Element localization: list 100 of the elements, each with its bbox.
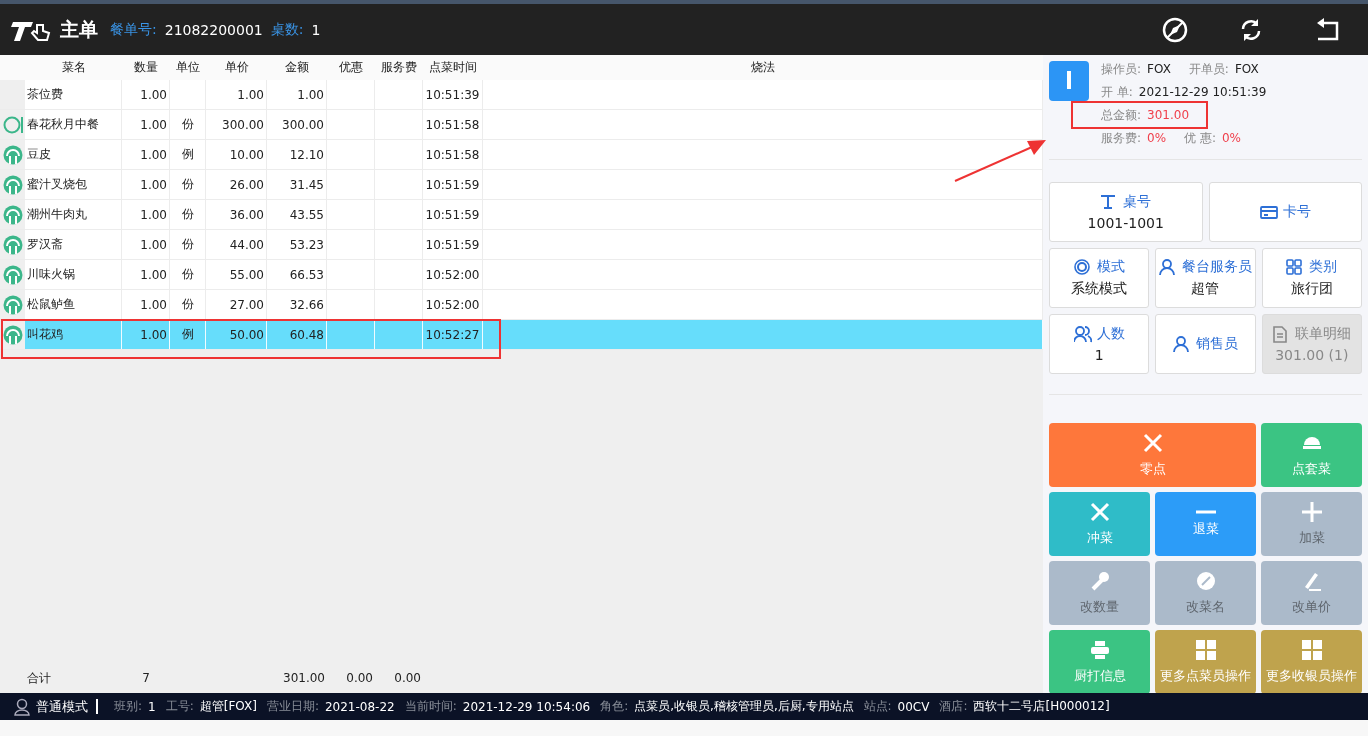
table-cell: 潮州牛肉丸 (27, 206, 87, 223)
card-icon (1259, 203, 1278, 221)
field-button[interactable]: 餐台服务员 超管 (1155, 248, 1256, 308)
table-cell: 例 (181, 146, 194, 163)
dish-icon (2, 174, 23, 195)
status-value: 超管[FOX] (199, 698, 257, 715)
person-icon (1159, 258, 1177, 276)
table-cell: 10:52:27 (425, 327, 480, 342)
order-number-label: 餐单号: (110, 20, 157, 39)
printer-icon (1088, 639, 1111, 661)
table-cell: 份 (181, 206, 194, 223)
plus-icon (1300, 501, 1323, 523)
column-header: 优惠 (338, 59, 364, 76)
column-header: 服务费 (380, 59, 418, 76)
field-label: 销售员 (1196, 335, 1238, 353)
table-cell: 1.00 (140, 297, 167, 312)
table-cell: 1.00 (140, 117, 167, 132)
table-row[interactable]: 叫花鸡 1.00 例 50.00 60.48 10:52:27 (0, 320, 1043, 350)
status-value: 1 (148, 699, 156, 714)
status-label: 营业日期: (266, 698, 319, 715)
order-number: 21082200001 (164, 21, 263, 38)
table-cell: 1.00 (140, 267, 167, 282)
field-label: 桌号 (1123, 193, 1152, 211)
status-value: 点菜员,收银员,稽核管理员,后厨,专用站点 (634, 698, 854, 715)
column-header: 烧法 (750, 59, 776, 76)
person-icon (1173, 335, 1191, 353)
status-label: 工号: (165, 698, 194, 715)
field-button[interactable]: 销售员 (1155, 314, 1256, 374)
table-cell: 份 (181, 296, 194, 313)
info-value: 0% (1221, 131, 1241, 145)
table-cell: 31.45 (289, 177, 324, 192)
table-cell: 川味火锅 (27, 266, 75, 283)
column-header: 菜名 (60, 59, 87, 76)
info-label: 优 惠: (1184, 131, 1216, 145)
status-value: 西软十二号店[H000012] (973, 698, 1110, 715)
dish-icon (2, 144, 23, 165)
table-cell: 份 (181, 116, 194, 133)
column-header: 金额 (284, 59, 310, 76)
table-cell: 1.00 (140, 147, 167, 162)
minus-icon (1194, 510, 1217, 514)
table-cell: 豆皮 (27, 146, 51, 163)
column-header: 单位 (175, 59, 201, 76)
total-cell: 7 (142, 671, 150, 685)
table-row[interactable]: 豆皮 1.00 例 10.00 12.10 10:51:58 (0, 140, 1043, 170)
people-icon (1073, 325, 1092, 343)
dish-icon (2, 294, 23, 315)
field-button[interactable]: 桌号 1001-1001 (1049, 182, 1203, 242)
dish-icon (2, 264, 23, 285)
table-cell: 1.00 (140, 87, 167, 102)
total-cell: 0.00 (346, 671, 373, 685)
table-cell: 66.53 (289, 267, 324, 282)
table-row[interactable]: 茶位费 1.00 1.00 1.00 10:51:39 (0, 80, 1043, 110)
table-row[interactable]: 春花秋月中餐 1.00 份 300.00 300.00 10:51:58 (0, 110, 1043, 140)
table-cell: 春花秋月中餐 (27, 116, 99, 133)
grid-icon (1300, 639, 1323, 661)
table-cell: 44.00 (229, 237, 264, 252)
table-cell: 10:51:58 (425, 147, 480, 162)
table-cell: 罗汉斋 (27, 236, 63, 253)
table-cell: 43.55 (289, 207, 324, 222)
column-header: 单价 (223, 59, 250, 76)
info-label: 服务费: (1101, 131, 1142, 145)
table-cell: 1.00 (140, 207, 167, 222)
table-cell: 份 (181, 176, 194, 193)
ring-icon (1073, 258, 1092, 276)
field-button[interactable]: 卡号 (1208, 182, 1362, 242)
close-icon (1088, 501, 1111, 523)
table-row[interactable]: 松鼠鲈鱼 1.00 份 27.00 32.66 10:52:00 (0, 290, 1043, 320)
field-button[interactable]: 类别 旅行团 (1261, 248, 1362, 308)
table-cell: 10:52:00 (425, 267, 480, 282)
table-row[interactable]: 川味火锅 1.00 份 55.00 66.53 10:52:00 (0, 260, 1043, 290)
field-button[interactable]: 人数 1 (1049, 314, 1150, 374)
person-icon (14, 697, 30, 716)
table-cell: 1.00 (237, 87, 264, 102)
table-row[interactable]: 蜜汁叉烧包 1.00 份 26.00 31.45 10:51:59 (0, 170, 1043, 200)
dish-icon (2, 204, 23, 225)
status-label: 当前时间: (404, 698, 457, 715)
status-label: 站点: (863, 698, 892, 715)
info-label: 总金额: (1101, 108, 1142, 122)
field-label: 模式 (1096, 258, 1125, 276)
window-title: 主单 (60, 16, 98, 42)
total-cell: 0.00 (394, 671, 421, 685)
dish-icon (2, 234, 23, 255)
info-label: 操作员: (1101, 62, 1142, 76)
table-cell: 份 (181, 236, 194, 253)
compass-icon[interactable] (1162, 16, 1188, 43)
field-value: 1 (1094, 347, 1104, 363)
table-cell: 10.00 (229, 147, 264, 162)
column-header: 点菜时间 (428, 59, 478, 76)
table-cell: 36.00 (229, 207, 264, 222)
field-label: 卡号 (1282, 203, 1311, 221)
table-cell: 32.66 (289, 297, 324, 312)
field-button[interactable]: 模式 系统模式 (1049, 248, 1150, 308)
table-count-label: 桌数: (270, 20, 304, 39)
field-value: 旅行团 (1290, 280, 1333, 298)
status-label: 班别: (114, 698, 143, 715)
table-row[interactable]: 罗汉斋 1.00 份 44.00 53.23 10:51:59 (0, 230, 1043, 260)
table-cell: 份 (181, 266, 194, 283)
table-cell: 10:51:39 (425, 87, 480, 102)
table-row[interactable]: 潮州牛肉丸 1.00 份 36.00 43.55 10:51:59 (0, 200, 1043, 230)
table-cell: 叫花鸡 (27, 326, 63, 343)
